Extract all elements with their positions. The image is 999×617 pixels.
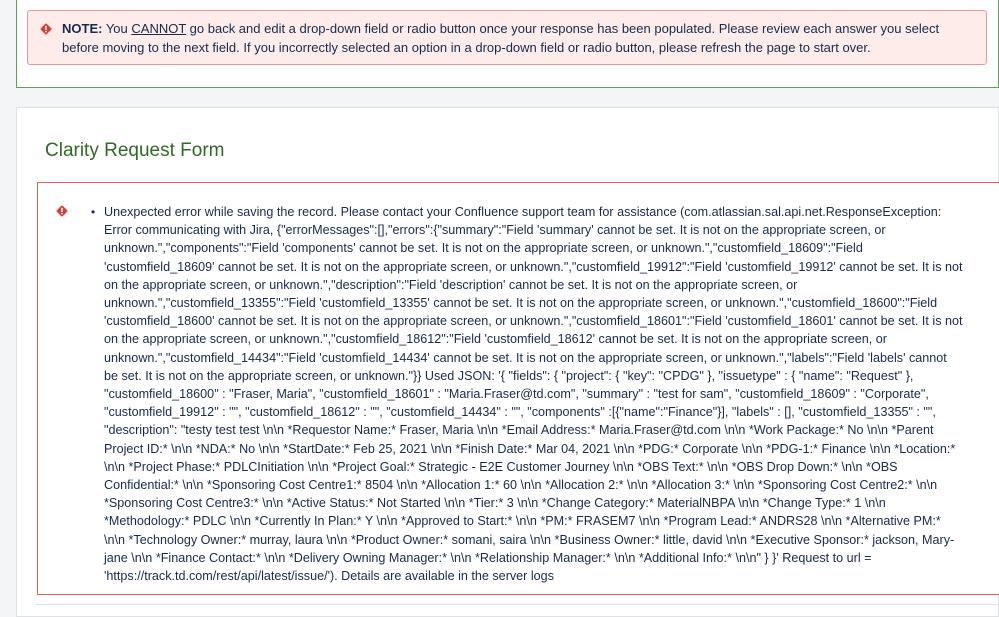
note-text-after: go back and edit a drop-down field or ra… [62, 21, 940, 55]
form-title: Clarity Request Form [45, 140, 225, 161]
note-text-before: You [102, 21, 132, 36]
error-list: • Unexpected error while saving the reco… [91, 203, 964, 585]
error-diamond-icon [40, 23, 52, 35]
note-prefix: NOTE: [62, 21, 103, 36]
note-emphasis: CANNOT [131, 21, 187, 36]
bullet-icon: • [91, 205, 96, 219]
error-message: • Unexpected error while saving the reco… [91, 203, 964, 585]
note-panel: NOTE: You CANNOT go back and edit a drop… [16, 0, 999, 88]
error-alert: • Unexpected error while saving the reco… [37, 182, 999, 595]
error-message-text: Unexpected error while saving the record… [104, 205, 963, 584]
note-alert: NOTE: You CANNOT go back and edit a drop… [27, 10, 987, 65]
note-text: NOTE: You CANNOT go back and edit a drop… [62, 19, 972, 57]
form-panel: Clarity Request Form • Unexpected error … [16, 107, 999, 617]
error-diamond-icon [56, 205, 68, 217]
